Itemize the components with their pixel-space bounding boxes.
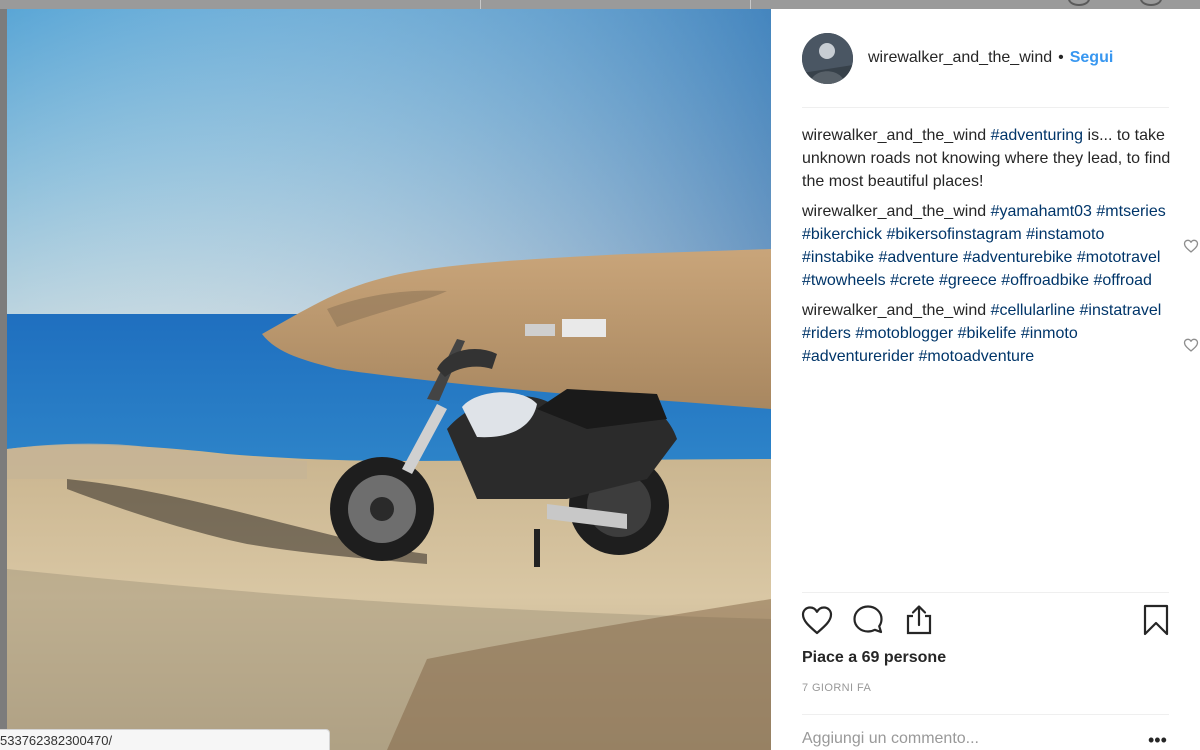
hashtag-link[interactable]: #instamoto	[1026, 226, 1104, 243]
follow-button[interactable]: Segui	[1070, 49, 1114, 66]
hashtag-link[interactable]: #instabike	[802, 249, 874, 266]
hashtag-link[interactable]: #offroad	[1094, 272, 1152, 289]
header-divider	[802, 107, 1169, 108]
motorcycle-seaside-photo	[7, 9, 771, 750]
username-link[interactable]: wirewalker_and_the_wind	[868, 49, 1052, 66]
hashtag-link[interactable]: #adventure	[879, 249, 959, 266]
actions-divider	[802, 592, 1169, 593]
comment-author-link[interactable]: wirewalker_and_the_wind	[802, 302, 986, 319]
hashtag-link[interactable]: #instatravel	[1080, 302, 1162, 319]
hashtag-link[interactable]: #bikersofinstagram	[886, 226, 1021, 243]
post-actions-bar	[771, 602, 1200, 642]
browser-icon[interactable]	[1140, 0, 1162, 6]
post-side-panel: wirewalker_and_the_wind • Segui wirewalker…	[771, 9, 1200, 750]
hashtag-link[interactable]: #bikelife	[958, 325, 1017, 342]
browser-icon[interactable]	[1068, 0, 1090, 6]
status-bar-url: 5337623823004​70/	[0, 729, 330, 750]
post-timestamp[interactable]: 7 GIORNI FA	[802, 682, 871, 694]
heart-outline-icon[interactable]	[1183, 238, 1199, 254]
more-options-button[interactable]: •••	[1148, 731, 1167, 749]
hashtag-link[interactable]: #mototravel	[1077, 249, 1161, 266]
avatar[interactable]	[802, 33, 853, 84]
tab-divider	[480, 0, 481, 9]
add-comment-input[interactable]: Aggiungi un commento...	[802, 730, 979, 748]
hashtag-link[interactable]: #crete	[890, 272, 934, 289]
hashtag-link[interactable]: #mtseries	[1096, 203, 1165, 220]
comment-item: wirewalker_and_the_wind #yamahamt03 #mts…	[802, 200, 1199, 292]
post-header: wirewalker_and_the_wind • Segui	[771, 9, 1200, 108]
hashtag-link[interactable]: #offroadbike	[1001, 272, 1089, 289]
browser-top-strip	[0, 0, 1200, 9]
hashtag-link[interactable]: #adventuring	[991, 127, 1084, 144]
bookmark-icon[interactable]	[1138, 602, 1174, 638]
tab-divider	[750, 0, 751, 9]
avatar-image	[802, 33, 853, 84]
comment-item: wirewalker_and_the_wind #cellularline #i…	[802, 299, 1199, 368]
hashtag-link[interactable]: #adventurerider	[802, 348, 914, 365]
hashtag-link[interactable]: #greece	[939, 272, 997, 289]
comment-item: wirewalker_and_the_wind #adventuring is.…	[802, 124, 1177, 193]
hashtag-link[interactable]: #motoadventure	[919, 348, 1035, 365]
hashtag-link[interactable]: #riders	[802, 325, 851, 342]
comment-author-link[interactable]: wirewalker_and_the_wind	[802, 203, 986, 220]
hashtag-link[interactable]: #yamahamt03	[991, 203, 1092, 220]
hashtag-link[interactable]: #cellularline	[991, 302, 1076, 319]
post-photo[interactable]	[7, 9, 771, 750]
separator-dot: •	[1058, 49, 1064, 66]
hashtag-link[interactable]: #twowheels	[802, 272, 886, 289]
hashtag-link[interactable]: #inmoto	[1021, 325, 1078, 342]
likes-count[interactable]: Piace a 69 persone	[802, 649, 946, 667]
comment-author-link[interactable]: wirewalker_and_the_wind	[802, 127, 986, 144]
hashtag-link[interactable]: #motoblogger	[855, 325, 953, 342]
hashtag-link[interactable]: #bikerchick	[802, 226, 882, 243]
post-user-line: wirewalker_and_the_wind • Segui	[868, 49, 1113, 67]
heart-icon[interactable]	[799, 602, 835, 638]
comments-list: wirewalker_and_the_wind #adventuring is.…	[802, 124, 1199, 375]
comment-bubble-icon[interactable]	[850, 602, 886, 638]
hashtag-link[interactable]: #adventurebike	[963, 249, 1072, 266]
share-icon[interactable]	[901, 602, 937, 638]
heart-outline-icon[interactable]	[1183, 337, 1199, 353]
comment-input-divider	[802, 714, 1169, 715]
